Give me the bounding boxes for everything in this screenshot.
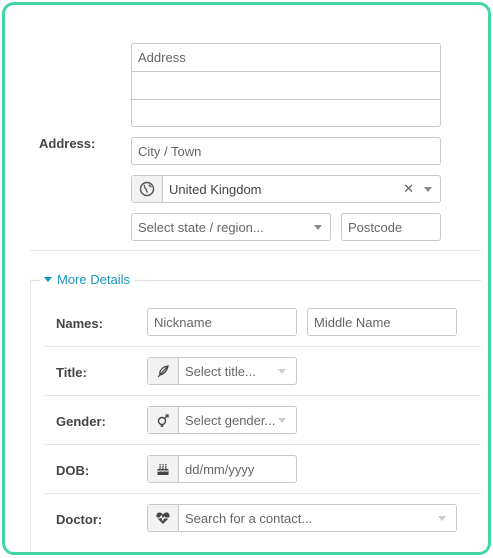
postcode-input[interactable]: Postcode — [341, 213, 441, 241]
row-divider — [45, 493, 481, 494]
city-placeholder: City / Town — [138, 143, 202, 159]
names-label: Names: — [56, 316, 103, 331]
state-chevron-down-icon — [314, 225, 322, 230]
country-chevron-down-icon — [424, 187, 432, 192]
gender-select[interactable]: Select gender... — [147, 406, 297, 434]
row-divider — [45, 444, 481, 445]
row-divider — [45, 395, 481, 396]
country-select[interactable]: United Kingdom ✕ — [131, 175, 441, 203]
doctor-label: Doctor: — [56, 512, 103, 527]
more-details-label: More Details — [57, 272, 130, 287]
state-placeholder: Select state / region... — [138, 219, 264, 235]
doctor-select[interactable]: Search for a contact... — [147, 504, 457, 532]
birthday-cake-icon — [148, 456, 179, 482]
middle-name-placeholder: Middle Name — [314, 314, 391, 330]
nickname-input[interactable]: Nickname — [147, 308, 297, 336]
clear-country-icon[interactable]: ✕ — [403, 181, 414, 197]
title-chevron-down-icon — [278, 369, 286, 374]
globe-icon — [132, 176, 163, 202]
gender-chevron-down-icon — [278, 418, 286, 423]
address-line-3-input[interactable] — [132, 100, 440, 126]
heartbeat-icon — [148, 505, 179, 531]
title-label: Title: — [56, 365, 87, 380]
caret-down-icon — [44, 277, 52, 282]
country-value: United Kingdom — [169, 181, 262, 197]
doctor-chevron-down-icon — [438, 516, 446, 521]
city-input[interactable]: City / Town — [131, 137, 441, 165]
feather-icon — [148, 358, 179, 384]
middle-name-input[interactable]: Middle Name — [307, 308, 457, 336]
form-panel: Address: Address City / Town United King… — [2, 2, 491, 555]
dob-placeholder: dd/mm/yyyy — [185, 461, 255, 477]
state-select[interactable]: Select state / region... — [131, 213, 331, 241]
gender-label: Gender: — [56, 414, 106, 429]
more-details-toggle[interactable]: More Details — [40, 272, 134, 287]
address-label: Address: — [39, 136, 96, 151]
postcode-placeholder: Postcode — [348, 219, 403, 235]
nickname-placeholder: Nickname — [154, 314, 212, 330]
doctor-placeholder: Search for a contact... — [185, 510, 313, 526]
section-divider — [30, 250, 481, 251]
gender-placeholder: Select gender... — [185, 412, 276, 428]
title-select[interactable]: Select title... — [147, 357, 297, 385]
title-placeholder: Select title... — [185, 363, 256, 379]
dob-input[interactable]: dd/mm/yyyy — [147, 455, 297, 483]
row-divider — [45, 346, 481, 347]
dob-label: DOB: — [56, 463, 90, 478]
address-lines: Address — [131, 43, 441, 127]
gender-icon — [148, 407, 179, 433]
address-line-2-input[interactable] — [132, 72, 440, 100]
address-line-1-input[interactable]: Address — [132, 44, 440, 72]
